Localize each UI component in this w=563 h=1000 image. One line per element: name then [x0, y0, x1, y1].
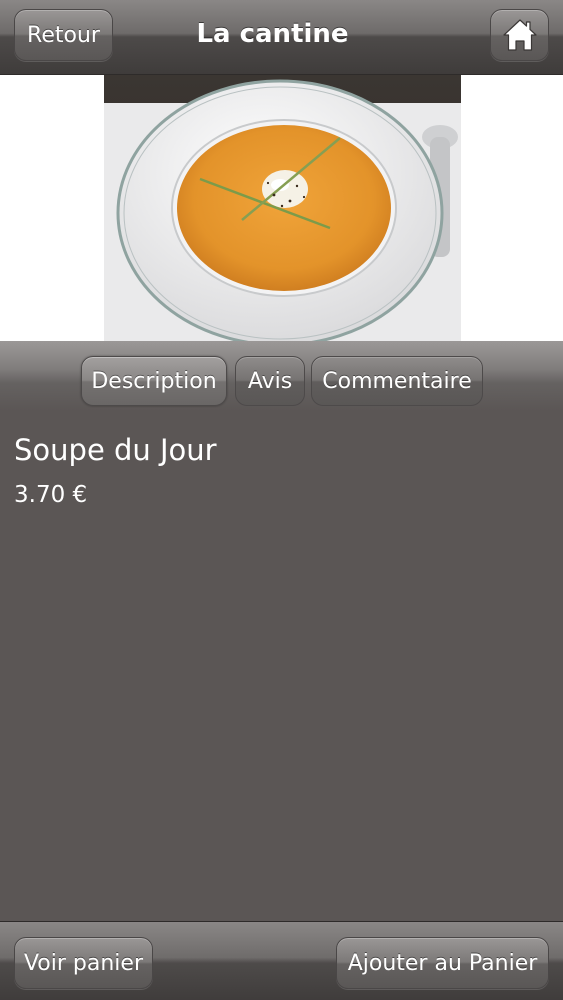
product-price: 3.70 € — [14, 482, 88, 508]
add-to-cart-button[interactable]: Ajouter au Panier — [336, 937, 549, 989]
description-panel: Soupe du Jour 3.70 € — [0, 411, 563, 921]
view-cart-button[interactable]: Voir panier — [14, 937, 153, 989]
bottom-bar: Voir panier Ajouter au Panier — [0, 921, 563, 1000]
tab-bar: Description Avis Commentaire — [0, 341, 563, 411]
tab-commentaire[interactable]: Commentaire — [311, 356, 483, 406]
page-title: La cantine — [196, 19, 349, 49]
home-button[interactable] — [490, 9, 549, 61]
add-to-cart-label: Ajouter au Panier — [347, 950, 538, 976]
back-button[interactable]: Retour — [14, 9, 113, 61]
product-image-area — [0, 75, 563, 341]
back-button-label: Retour — [27, 22, 100, 48]
top-bar: Retour La cantine — [0, 0, 563, 75]
home-icon — [502, 19, 537, 51]
product-name: Soupe du Jour — [14, 433, 217, 467]
product-photo — [104, 75, 461, 341]
app-screen: Retour La cantine Description Avis Comme… — [0, 0, 563, 1000]
tab-description[interactable]: Description — [81, 356, 227, 406]
tab-avis[interactable]: Avis — [235, 356, 305, 406]
view-cart-label: Voir panier — [23, 950, 144, 976]
